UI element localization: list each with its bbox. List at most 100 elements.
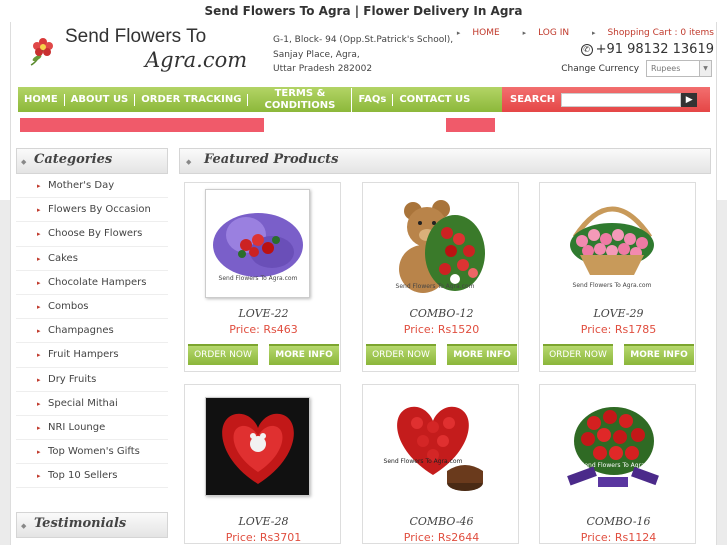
category-item[interactable]: ▸ Choose By Flowers [16,222,168,247]
product-price: Price: Rs3701 [225,531,302,544]
category-label: Mother's Day [48,180,115,191]
product-image[interactable]: Send Flowers To Agra.com [560,397,665,496]
nav-home[interactable]: HOME [18,93,65,106]
arrow-right-icon: ▸ [37,327,41,336]
product-image[interactable]: Send Flowers To Agra.com [383,189,488,298]
category-item[interactable]: ▸ NRI Lounge [16,416,168,441]
phone-icon: ✆ [580,44,593,56]
product-image[interactable]: Send Flowers To Agra.com [205,189,310,298]
category-label: Combos [48,300,89,312]
address-block: G-1, Block- 94 (Opp.St.Patrick's School)… [273,33,453,77]
product-price: Price: Rs1520 [403,323,480,336]
product-card: Send Flowers To Agra.com COMBO-12 Price:… [362,182,519,372]
address-line-2: Sanjay Place, Agra, [273,49,360,60]
banner-bar-left [20,118,264,132]
category-label: Chocolate Hampers [48,276,147,288]
category-label: Cakes [48,252,78,264]
currency-selector: Change Currency Rupees ▼ [561,60,712,77]
currency-select[interactable]: Rupees ▼ [646,60,712,77]
product-image[interactable] [205,397,310,496]
image-caption: Send Flowers To Agra.com [396,283,475,290]
category-item[interactable]: ▸ Dry Fruits [16,368,168,392]
login-link[interactable]: ▸ LOG IN [513,28,570,38]
search-input[interactable] [561,92,682,107]
arrow-right-icon: ▸ [37,302,41,311]
page-wrapper: Send Flowers To Agra.com G-1, Block- 94 … [10,22,717,545]
product-price: Price: Rs2644 [403,531,480,544]
arrow-right-icon: ▸ [37,472,41,481]
order-now-button[interactable]: ORDER NOW [543,344,613,365]
product-card: LOVE-28 Price: Rs3701 [184,384,341,544]
product-price: Price: Rs1785 [580,323,657,336]
order-now-button[interactable]: ORDER NOW [188,344,258,365]
product-image[interactable]: Send Flowers To Agra.com [383,397,488,496]
teddy-bouquet-image: Send Flowers To Agra.com [383,189,488,298]
product-card: Send Flowers To Agra.com COMBO-46 Price:… [362,384,519,544]
category-item[interactable]: ▸ Top 10 Sellers [16,464,168,489]
category-label: Special Mithai [48,397,118,409]
product-card: Send Flowers To Agra.com LOVE-29 Price: … [539,182,696,372]
arrow-right-icon: ▸ [37,230,41,239]
testimonials-header: ◆ Testimonials [16,512,168,538]
nav-order-tracking[interactable]: ORDER TRACKING [135,93,249,106]
category-label: Choose By Flowers [48,228,143,240]
heart-arrangement-image [206,398,309,495]
category-item[interactable]: ▸ Combos [16,295,168,320]
product-image[interactable]: Send Flowers To Agra.com [560,189,665,298]
cart-link[interactable]: ▸ Shopping Cart : 0 items [582,28,714,38]
featured-products: ◆ Featured Products Send Flowers To Agra… [179,148,711,544]
nav-terms[interactable]: TERMS & CONDITIONS [248,87,353,112]
category-label: Champagnes [48,325,114,337]
category-label: Flowers By Occasion [48,204,151,216]
nav-faqs[interactable]: FAQs [352,93,394,106]
more-info-button[interactable]: MORE INFO [269,344,339,365]
product-name: LOVE-22 [238,307,289,320]
main-nav: HOME ABOUT US ORDER TRACKING TERMS & CON… [18,87,710,112]
flower-logo-icon [30,38,53,66]
category-label: NRI Lounge [48,421,106,433]
image-caption: Send Flowers To Agra.com [219,275,298,282]
currency-label: Change Currency [561,64,640,74]
category-item[interactable]: ▸ Chocolate Hampers [16,271,168,295]
arrow-right-icon: ▸ [37,423,41,432]
arrow-right-icon: ▸ [37,278,41,287]
site-logo[interactable]: Send Flowers To Agra.com [25,26,265,82]
product-name: COMBO-12 [409,307,474,320]
search-area: SEARCH ▶ [502,87,710,112]
nav-contact-us[interactable]: CONTACT US [393,94,476,106]
category-list: ▸ Mother's Day ▸ Flowers By Occasion ▸ Choo… [16,174,168,489]
category-item[interactable]: ▸ Champagnes [16,319,168,344]
product-name: COMBO-16 [586,515,651,528]
home-link-label: HOME [472,28,500,38]
category-item[interactable]: ▸ Cakes [16,247,168,271]
order-now-button[interactable]: ORDER NOW [366,344,436,365]
image-caption: Send Flowers To Agra.com [573,282,652,289]
arrow-right-icon: ▸ [37,448,41,457]
search-button[interactable]: ▶ [681,92,698,107]
product-name: LOVE-28 [238,515,289,528]
arrow-right-icon: ▸ [591,29,596,37]
categories-header: ◆ Categories [16,148,168,174]
sidebar: ◆ Categories ▸ Mother's Day ▸ Flowers By O… [16,148,168,538]
more-info-button[interactable]: MORE INFO [447,344,517,365]
logo-line-1: Send Flowers To [65,26,207,47]
category-item[interactable]: ▸ Flowers By Occasion [16,198,168,223]
nav-about-us[interactable]: ABOUT US [65,93,136,106]
roses-cake-image: Send Flowers To Agra.com [383,397,488,496]
product-card: Send Flowers To Agra.com COMBO-16 Price:… [539,384,696,544]
category-item[interactable]: ▸ Mother's Day [16,174,168,199]
more-info-button[interactable]: MORE INFO [624,344,694,365]
home-link[interactable]: ▸ HOME [447,28,500,38]
category-item[interactable]: ▸ Special Mithai [16,392,168,416]
category-item[interactable]: ▸ Top Women's Gifts [16,440,168,465]
product-price: Price: Rs1124 [580,531,657,544]
testimonials-title: Testimonials [34,516,127,531]
basket-image: Send Flowers To Agra.com [560,189,665,298]
bouquet-image: Send Flowers To Agra.com [206,190,309,297]
arrow-right-icon: ▸ [37,399,41,408]
category-item[interactable]: ▸ Fruit Hampers [16,343,168,368]
nav-links: HOME ABOUT US ORDER TRACKING TERMS & CON… [18,87,502,112]
arrow-right-icon: ▸ [522,29,527,37]
roses-chocolate-image: Send Flowers To Agra.com [560,397,665,496]
arrow-right-icon: ▸ [37,254,41,263]
